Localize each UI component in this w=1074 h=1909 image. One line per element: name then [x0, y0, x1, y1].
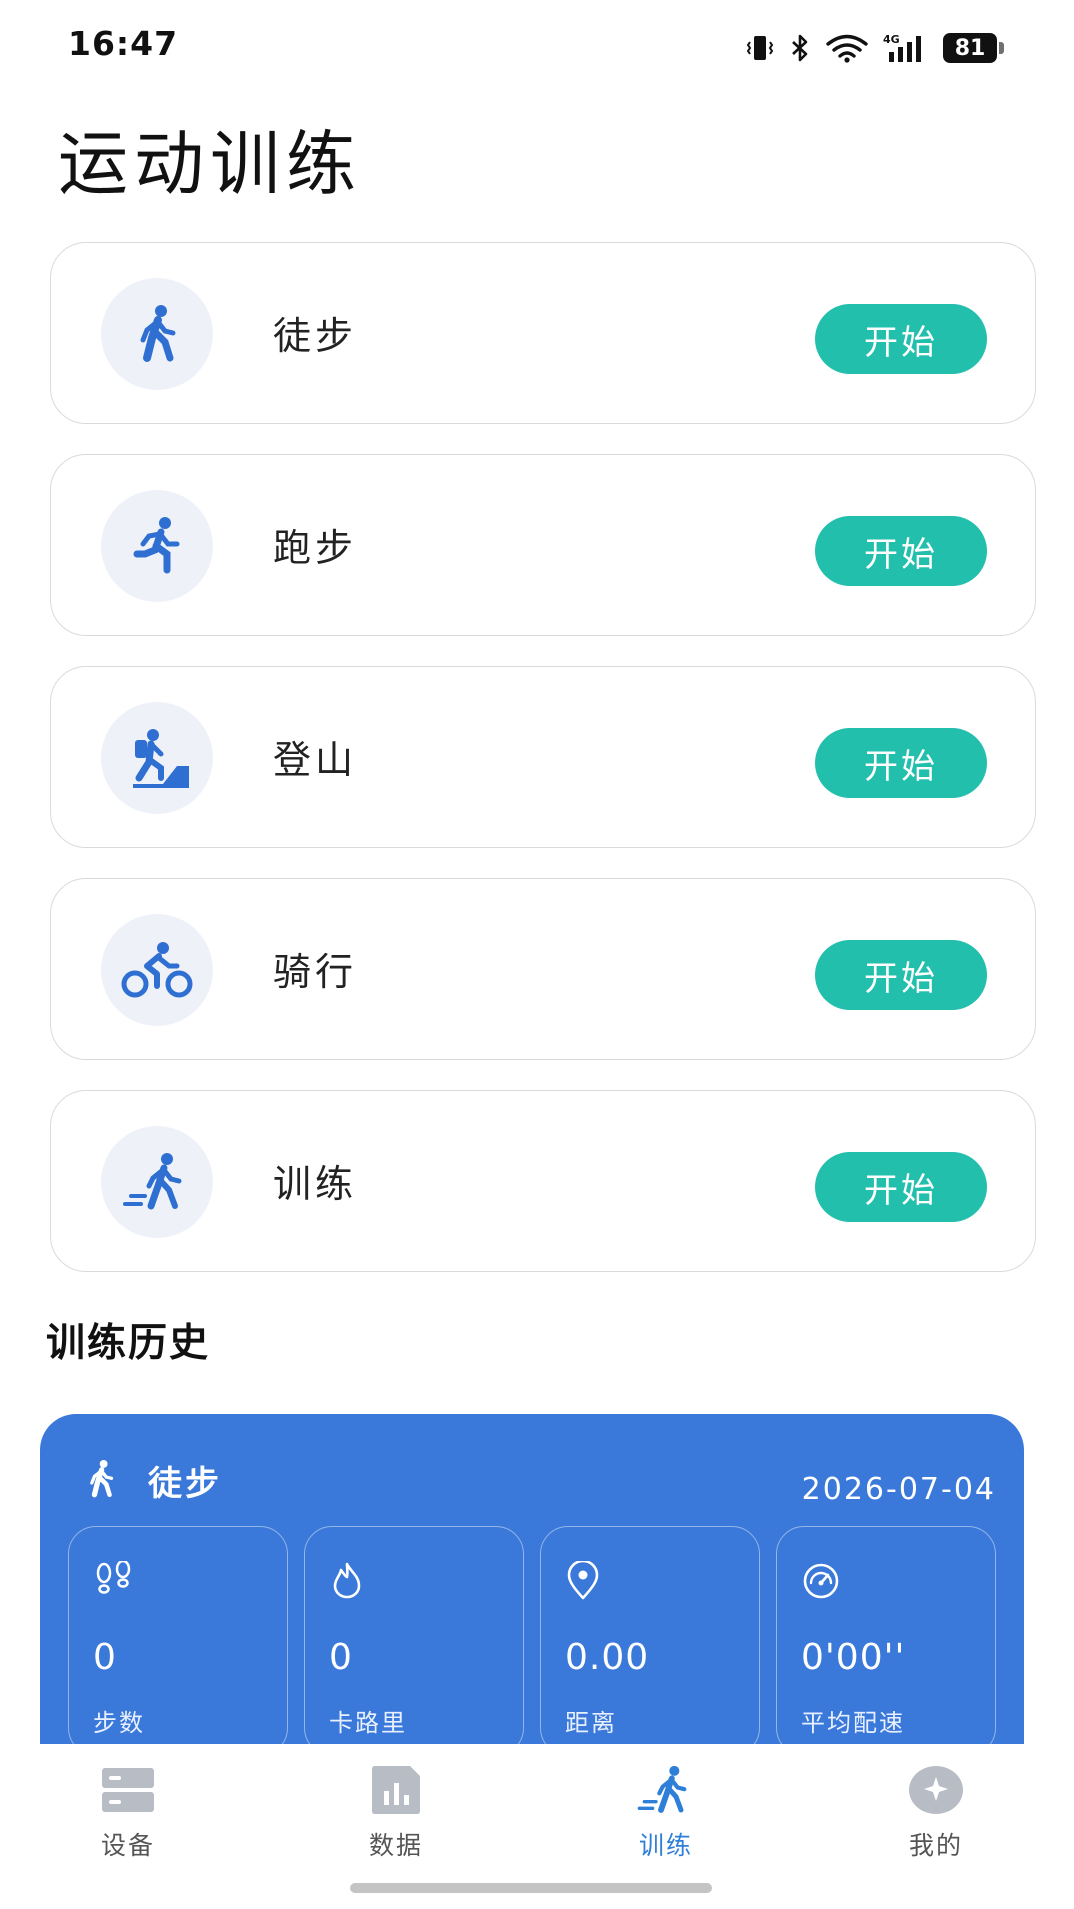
status-time: 16:47	[68, 24, 179, 63]
tab-device[interactable]: 设备	[58, 1762, 198, 1882]
stat-value: 0'00''	[801, 1637, 906, 1678]
sport-name: 骑行	[273, 950, 358, 994]
sport-card-training: 训练 开始	[50, 1090, 1036, 1272]
start-climbing-button[interactable]: 开始	[815, 728, 987, 798]
stat-label: 步数	[93, 1709, 145, 1737]
history-card[interactable]: 徒步 2026-07-04 0 步数 0 卡路里 0.00 距离 0'00'' …	[40, 1414, 1024, 1744]
tab-label: 数据	[368, 1831, 423, 1860]
start-training-button[interactable]: 开始	[815, 1152, 987, 1222]
svg-text:4G: 4G	[883, 33, 900, 46]
tab-label: 训练	[638, 1831, 693, 1860]
stat-label: 卡路里	[329, 1709, 407, 1737]
vibrate-icon	[746, 36, 774, 60]
training-icon	[101, 1126, 213, 1238]
bluetooth-icon	[792, 34, 808, 62]
home-indicator[interactable]	[350, 1883, 712, 1893]
stat-distance: 0.00 距离	[540, 1526, 760, 1744]
chart-icon	[326, 1762, 466, 1818]
training-tab-icon	[596, 1762, 736, 1818]
sport-card-running: 跑步 开始	[50, 454, 1036, 636]
sport-name: 跑步	[273, 526, 358, 570]
status-bar: 16:47 4G 81	[0, 0, 1074, 100]
battery-level: 81	[943, 33, 997, 63]
history-date: 2026-07-04	[801, 1472, 996, 1507]
climb-icon	[101, 702, 213, 814]
tab-training[interactable]: 训练	[596, 1762, 736, 1882]
device-icon	[58, 1762, 198, 1818]
start-cycling-button[interactable]: 开始	[815, 940, 987, 1010]
cellular-4g-icon: 4G	[883, 33, 921, 62]
flame-icon	[329, 1561, 365, 1603]
history-sport-name: 徒步	[148, 1464, 222, 1504]
walk-icon	[80, 1456, 122, 1506]
battery-indicator: 81	[943, 33, 1004, 63]
stat-label: 距离	[565, 1709, 617, 1737]
sport-card-hiking: 徒步 开始	[50, 242, 1036, 424]
start-hiking-button[interactable]: 开始	[815, 304, 987, 374]
profile-icon	[866, 1762, 1006, 1818]
status-icons: 4G 81	[745, 32, 1004, 64]
tab-label: 我的	[908, 1831, 963, 1860]
sport-name: 登山	[273, 738, 358, 782]
location-pin-icon	[565, 1559, 601, 1605]
footprints-icon	[93, 1559, 135, 1601]
stat-value: 0	[329, 1637, 353, 1678]
stat-steps: 0 步数	[68, 1526, 288, 1744]
speedometer-icon	[801, 1561, 841, 1605]
stat-value: 0.00	[565, 1637, 650, 1678]
section-title-history: 训练历史	[46, 1321, 211, 1366]
sport-name: 徒步	[273, 314, 358, 358]
stat-label: 平均配速	[801, 1709, 905, 1737]
tab-label: 设备	[100, 1831, 155, 1860]
stat-pace: 0'00'' 平均配速	[776, 1526, 996, 1744]
tab-data[interactable]: 数据	[326, 1762, 466, 1882]
sport-name: 训练	[273, 1162, 358, 1206]
battery-tip	[999, 42, 1004, 54]
walk-icon	[101, 278, 213, 390]
stat-value: 0	[93, 1637, 117, 1678]
cycle-icon	[101, 914, 213, 1026]
page-title: 运动训练	[58, 123, 362, 205]
wifi-icon	[826, 34, 868, 63]
run-icon	[101, 490, 213, 602]
stat-calories: 0 卡路里	[304, 1526, 524, 1744]
start-running-button[interactable]: 开始	[815, 516, 987, 586]
tab-profile[interactable]: 我的	[866, 1762, 1006, 1882]
sport-card-cycling: 骑行 开始	[50, 878, 1036, 1060]
sport-card-climbing: 登山 开始	[50, 666, 1036, 848]
